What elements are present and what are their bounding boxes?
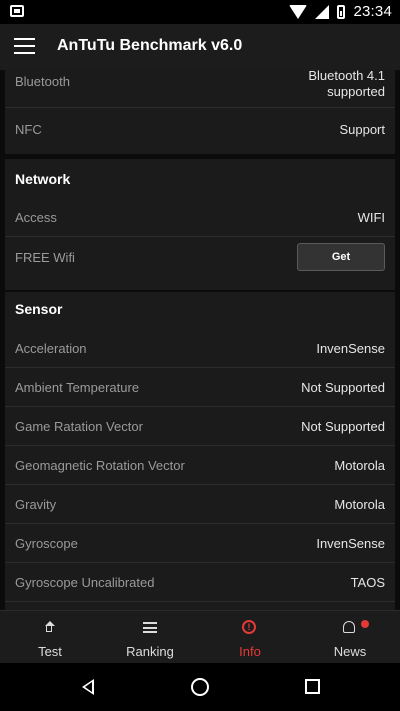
row-value-line: supported bbox=[327, 84, 385, 99]
info-row-gyroscope: Gyroscope InvenSense bbox=[5, 525, 395, 563]
info-row-acceleration: Acceleration InvenSense bbox=[5, 330, 395, 368]
row-value: Not Supported bbox=[301, 419, 385, 434]
info-row-geomagnetic-rotation-vector: Geomagnetic Rotation Vector Motorola bbox=[5, 447, 395, 485]
info-row-nfc: NFC Support bbox=[5, 111, 395, 149]
app-title: AnTuTu Benchmark v6.0 bbox=[57, 37, 243, 54]
nav-item-news[interactable]: News bbox=[300, 611, 400, 664]
nav-label: Ranking bbox=[126, 644, 174, 659]
row-label: Game Ratation Vector bbox=[15, 419, 143, 434]
info-content[interactable]: Bluetooth Bluetooth 4.1 supported NFC Su… bbox=[0, 70, 400, 610]
nav-item-ranking[interactable]: Ranking bbox=[100, 611, 200, 664]
row-value: Motorola bbox=[334, 458, 385, 473]
app-bar: AnTuTu Benchmark v6.0 bbox=[0, 24, 400, 70]
row-label: Access bbox=[15, 210, 57, 225]
status-icons: 23:34 bbox=[289, 3, 392, 20]
menu-icon[interactable] bbox=[14, 38, 35, 54]
sensor-card: Sensor Acceleration InvenSense Ambient T… bbox=[5, 292, 395, 610]
info-row-bluetooth: Bluetooth Bluetooth 4.1 supported bbox=[5, 70, 395, 108]
section-title-sensor: Sensor bbox=[15, 301, 63, 317]
recents-icon[interactable] bbox=[305, 679, 320, 694]
bottom-navigation: Test Ranking ! Info News bbox=[0, 610, 400, 664]
row-value: WIFI bbox=[357, 210, 385, 225]
nav-item-test[interactable]: Test bbox=[0, 611, 100, 664]
nav-label: News bbox=[333, 644, 367, 659]
info-row-game-rotation-vector: Game Ratation Vector Not Supported bbox=[5, 408, 395, 446]
row-label: Gyroscope Uncalibrated bbox=[15, 575, 155, 590]
home-icon bbox=[44, 621, 56, 633]
nav-item-info[interactable]: ! Info bbox=[200, 611, 300, 664]
row-label: FREE Wifi bbox=[15, 250, 75, 265]
info-row-gravity: Gravity Motorola bbox=[5, 486, 395, 524]
info-row-ambient-temperature: Ambient Temperature Not Supported bbox=[5, 369, 395, 407]
row-label: Bluetooth bbox=[15, 74, 70, 89]
get-free-wifi-button[interactable]: Get bbox=[297, 243, 385, 271]
info-icon: ! bbox=[242, 620, 256, 634]
section-title-network: Network bbox=[15, 171, 71, 187]
row-label: Gravity bbox=[15, 497, 57, 512]
row-value-line: Bluetooth 4.1 bbox=[308, 70, 385, 83]
nav-label: Test bbox=[38, 644, 62, 659]
row-label: Geomagnetic Rotation Vector bbox=[15, 458, 185, 473]
row-value: InvenSense bbox=[316, 536, 385, 551]
gallery-notification-icon bbox=[10, 5, 24, 17]
info-row-access: Access WIFI bbox=[5, 199, 395, 237]
nav-label: Info bbox=[239, 644, 261, 659]
row-label: Acceleration bbox=[15, 341, 87, 356]
row-value: Bluetooth 4.1 supported bbox=[308, 70, 385, 100]
info-row-gyroscope-uncalibrated: Gyroscope Uncalibrated TAOS bbox=[5, 564, 395, 602]
row-value: Support bbox=[339, 122, 385, 137]
network-card: Network Access WIFI FREE Wifi Get bbox=[5, 159, 395, 290]
row-label: Ambient Temperature bbox=[15, 380, 140, 395]
row-value: Not Supported bbox=[301, 380, 385, 395]
home-button-icon[interactable] bbox=[191, 678, 209, 696]
info-row-free-wifi: FREE Wifi Get bbox=[5, 239, 395, 277]
row-value: InvenSense bbox=[316, 341, 385, 356]
row-value: Motorola bbox=[334, 497, 385, 512]
row-label: NFC bbox=[15, 122, 42, 137]
hardware-card: Bluetooth Bluetooth 4.1 supported NFC Su… bbox=[5, 70, 395, 154]
bell-icon bbox=[343, 621, 355, 633]
clock: 23:34 bbox=[353, 3, 392, 20]
notification-dot bbox=[361, 620, 369, 628]
cell-signal-icon bbox=[315, 4, 330, 19]
system-navigation-bar bbox=[0, 663, 400, 711]
status-bar: 23:34 bbox=[0, 0, 400, 24]
row-label: Gyroscope bbox=[15, 536, 78, 551]
row-value: TAOS bbox=[350, 575, 385, 590]
battery-icon bbox=[337, 4, 346, 19]
wifi-icon bbox=[289, 4, 308, 19]
list-icon bbox=[143, 622, 157, 633]
back-icon[interactable] bbox=[82, 679, 94, 695]
